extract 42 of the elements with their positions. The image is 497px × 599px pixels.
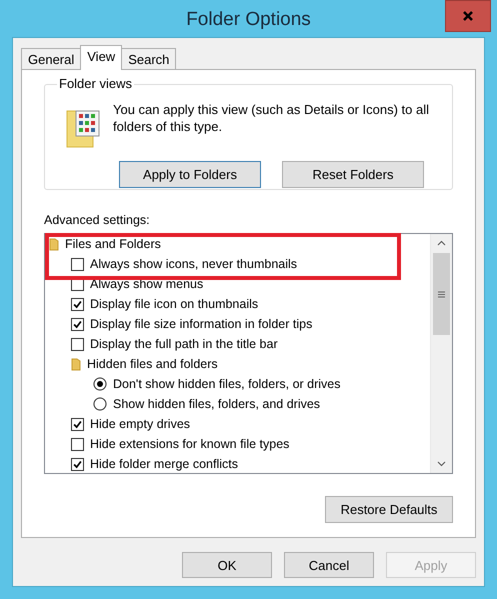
setting-label: Display file icon on thumbnails <box>90 297 258 311</box>
section-label: Advanced settings: <box>44 213 151 229</box>
checkbox[interactable] <box>71 338 84 350</box>
setting-label: Hide extensions for known file types <box>90 437 290 451</box>
folder-icon <box>71 358 81 370</box>
window-title: Folder Options <box>186 8 311 30</box>
apply-button[interactable]: Apply to Folders <box>119 161 261 188</box>
setting-label: Display file size information in folder tips <box>90 317 312 331</box>
close-icon <box>462 10 474 22</box>
tab[interactable]: General <box>21 48 82 69</box>
setting-label: Don't show hidden files, folders, or drives <box>113 377 340 391</box>
reset-button[interactable]: Reset Folders <box>282 161 424 188</box>
setting-label: Hide folder merge conflicts <box>90 457 238 471</box>
tab[interactable]: Search <box>121 48 176 69</box>
checkbox[interactable] <box>71 418 84 430</box>
setting-label: Display the full path in the title bar <box>90 337 278 351</box>
scroll-thumb[interactable] <box>433 253 450 335</box>
setting-label: Always show icons, never thumbnails <box>90 257 298 271</box>
dialog-button[interactable]: OK <box>182 552 272 578</box>
scroll-down-icon[interactable] <box>437 461 446 467</box>
grip-icon <box>438 290 445 298</box>
group-title: Folder views <box>57 76 134 91</box>
checkbox[interactable] <box>71 458 84 470</box>
tab[interactable]: View <box>80 45 122 70</box>
radio-button[interactable] <box>93 397 107 411</box>
setting-label: Hide empty drives <box>90 417 190 431</box>
checkbox[interactable] <box>71 258 84 270</box>
folder-icon <box>49 238 59 250</box>
radio-button[interactable] <box>93 377 107 391</box>
restore-defaults-button[interactable]: Restore Defaults <box>325 496 453 523</box>
setting-label: Hidden files and folders <box>87 357 218 371</box>
checkbox[interactable] <box>71 318 84 330</box>
close-button[interactable] <box>445 0 491 32</box>
scroll-up-icon[interactable] <box>437 240 446 246</box>
scrollbar[interactable] <box>430 234 452 473</box>
setting-label: Always show menus <box>90 277 204 291</box>
setting-label: Files and Folders <box>65 237 161 251</box>
checkbox[interactable] <box>71 298 84 310</box>
dialog-button[interactable]: Cancel <box>284 552 374 578</box>
description-text: You can apply this view (such as Details or Icons) to all folders of this type. <box>113 101 430 135</box>
setting-label: Show hidden files, folders, and drives <box>113 397 320 411</box>
checkbox[interactable] <box>71 438 84 450</box>
